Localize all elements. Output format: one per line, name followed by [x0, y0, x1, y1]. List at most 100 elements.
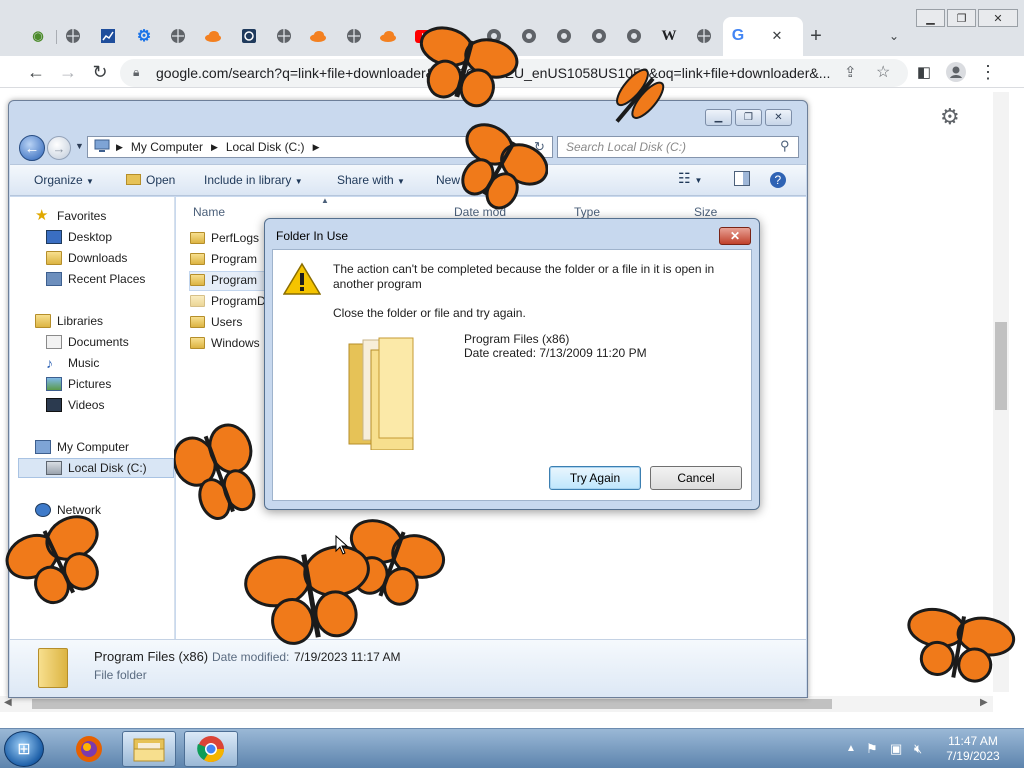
column-name[interactable]: Name: [193, 205, 225, 219]
chrome-menu-icon[interactable]: ⋮: [977, 61, 999, 83]
volume-muted-icon[interactable]: 🔇︎: [914, 741, 922, 757]
tab-search-chevron-icon[interactable]: ⌄: [884, 26, 904, 46]
forward-icon[interactable]: →: [57, 61, 79, 83]
cloudflare-icon[interactable]: [308, 26, 328, 46]
recent-pages-chevron-icon[interactable]: ▼: [75, 141, 84, 151]
network-tray-icon[interactable]: ▣: [890, 741, 902, 757]
nav-videos[interactable]: Videos: [46, 398, 104, 412]
organize-menu[interactable]: Organize ▼: [34, 173, 94, 187]
settings-gear-icon[interactable]: ⚙: [940, 104, 960, 130]
dialog-close-button[interactable]: ✕: [719, 227, 751, 245]
restore-button[interactable]: ❐: [947, 9, 976, 27]
nav-my-computer[interactable]: My Computer: [35, 440, 129, 454]
bookmark-star-icon[interactable]: ☆: [876, 62, 890, 82]
taskbar-firefox[interactable]: [62, 731, 116, 767]
file-row[interactable]: ProgramD: [190, 294, 266, 308]
cancel-button[interactable]: Cancel: [650, 466, 742, 490]
breadcrumb-chevron-icon[interactable]: ▶: [313, 142, 320, 153]
profile-avatar-icon[interactable]: [945, 61, 967, 83]
chrome-icon[interactable]: [589, 26, 609, 46]
butterfly-icon: [907, 607, 1016, 683]
action-center-flag-icon[interactable]: ⚑: [866, 741, 878, 757]
globe-icon[interactable]: [694, 26, 714, 46]
back-button[interactable]: ←: [19, 135, 45, 161]
breadcrumb-chevron-icon[interactable]: ▶: [211, 142, 218, 153]
breadcrumb-local-disk[interactable]: Local Disk (C:): [226, 140, 305, 154]
back-icon[interactable]: ←: [25, 61, 47, 83]
nav-downloads[interactable]: Downloads: [46, 251, 127, 265]
frog-icon[interactable]: ◉: [28, 26, 48, 46]
chrome-icon[interactable]: [624, 26, 644, 46]
share-icon[interactable]: ⇪: [844, 63, 857, 81]
cloudflare-icon[interactable]: [203, 26, 223, 46]
nav-pictures[interactable]: Pictures: [46, 377, 111, 391]
vertical-scroll-thumb[interactable]: [995, 322, 1007, 410]
globe-icon[interactable]: [63, 26, 83, 46]
cloudflare-icon[interactable]: [378, 26, 398, 46]
chrome-icon[interactable]: [554, 26, 574, 46]
globe-icon[interactable]: [274, 26, 294, 46]
camera-icon[interactable]: [239, 26, 259, 46]
chart-icon[interactable]: [98, 26, 118, 46]
gear-icon[interactable]: ⚙: [134, 26, 154, 46]
globe-icon[interactable]: [168, 26, 188, 46]
file-row[interactable]: Program: [190, 273, 257, 287]
forward-button[interactable]: →: [47, 136, 71, 160]
wikipedia-icon[interactable]: W: [659, 26, 679, 46]
nav-libraries[interactable]: Libraries: [35, 314, 103, 328]
side-panel-icon[interactable]: ◧: [913, 61, 935, 83]
google-icon: G: [731, 27, 745, 44]
horizontal-scroll-thumb[interactable]: [32, 699, 832, 709]
nav-documents-label: Documents: [68, 335, 129, 349]
search-input[interactable]: Search Local Disk (C:): [557, 136, 799, 158]
view-options-icon[interactable]: ☷ ▼: [678, 170, 702, 187]
file-row[interactable]: Program: [190, 252, 257, 266]
sort-arrow-icon: ▲: [321, 196, 329, 205]
file-row[interactable]: PerfLogs: [190, 231, 259, 245]
column-type[interactable]: Type: [574, 205, 600, 219]
breadcrumb-chevron-icon[interactable]: ▶: [116, 142, 123, 153]
preview-pane-icon[interactable]: [734, 171, 750, 189]
include-in-library-menu[interactable]: Include in library ▼: [204, 173, 303, 187]
taskbar-explorer[interactable]: [122, 731, 176, 767]
nav-local-disk[interactable]: Local Disk (C:): [46, 461, 147, 475]
clock[interactable]: 11:47 AM 7/19/2023: [940, 734, 1006, 764]
nav-videos-label: Videos: [68, 398, 105, 412]
chevron-down-icon: ▼: [694, 176, 703, 185]
folder-icon: [190, 274, 205, 286]
search-icon[interactable]: ⚲: [780, 138, 790, 154]
scroll-right-icon[interactable]: ▶: [980, 697, 988, 708]
nav-music[interactable]: ♪ Music: [46, 356, 99, 370]
show-hidden-icons-chevron-icon[interactable]: ▲: [846, 743, 856, 754]
open-button[interactable]: Open: [126, 173, 175, 187]
taskbar-chrome[interactable]: [184, 731, 238, 767]
new-tab-button[interactable]: +: [806, 25, 826, 47]
nav-desktop[interactable]: Desktop: [46, 230, 112, 244]
page-vertical-scrollbar[interactable]: [993, 92, 1009, 692]
start-button[interactable]: ⊞: [4, 731, 44, 767]
globe-icon[interactable]: [344, 26, 364, 46]
computer-icon: [94, 139, 110, 156]
share-with-menu[interactable]: Share with ▼: [337, 173, 405, 187]
page-horizontal-scrollbar[interactable]: ◀ ▶: [0, 696, 993, 712]
nav-recent-places[interactable]: Recent Places: [46, 272, 145, 286]
file-row[interactable]: Windows: [190, 336, 260, 350]
butterfly-icon: [5, 515, 99, 605]
close-tab-icon[interactable]: ✕: [767, 26, 787, 46]
help-icon[interactable]: ?: [769, 171, 787, 192]
minimize-button[interactable]: ▁: [705, 109, 732, 126]
try-again-button[interactable]: Try Again: [549, 466, 641, 490]
nav-favorites[interactable]: ★ Favorites: [35, 208, 106, 223]
close-button[interactable]: ✕: [978, 9, 1018, 27]
column-size[interactable]: Size: [694, 205, 717, 219]
close-button[interactable]: ✕: [765, 109, 792, 126]
maximize-button[interactable]: ❐: [735, 109, 762, 126]
minimize-button[interactable]: ▁: [916, 9, 945, 27]
nav-documents[interactable]: Documents: [46, 335, 129, 349]
chrome-icon[interactable]: [519, 26, 539, 46]
file-row[interactable]: Users: [190, 315, 242, 329]
reload-icon[interactable]: ↻: [89, 61, 111, 83]
scroll-left-icon[interactable]: ◀: [4, 697, 12, 708]
tab-active[interactable]: G ✕: [723, 17, 803, 56]
breadcrumb-my-computer[interactable]: My Computer: [131, 140, 203, 154]
